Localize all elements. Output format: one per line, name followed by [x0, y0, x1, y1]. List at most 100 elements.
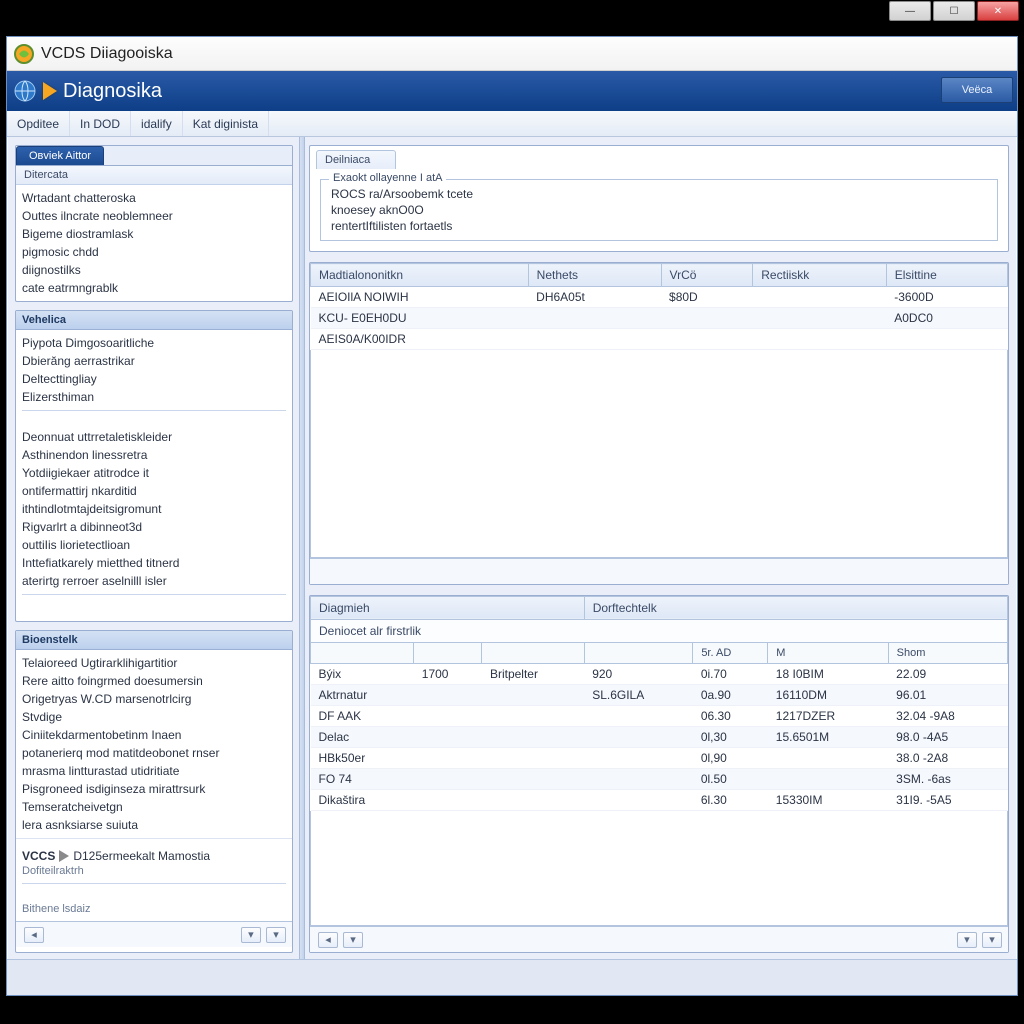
left-status-strip: ◂ ▾ ▾ — [16, 921, 292, 947]
table-row[interactable]: Dikaštira6l.3015330IM31I9. -5A5 — [311, 789, 1008, 810]
list-item[interactable]: Pisgroneed isdiginseza mirattrsurk — [22, 780, 286, 798]
vehicle-panel-header: Vehelica — [16, 311, 292, 330]
column-header[interactable] — [584, 642, 693, 663]
list-item[interactable]: Yotdiigiekaer atitrodce it — [22, 464, 286, 482]
ribbon-right-button[interactable]: Veëca — [941, 77, 1013, 103]
left-status-dropdown[interactable]: ▾ — [241, 927, 261, 943]
table-row[interactable]: DF AAK06.301217DZER32.04 -9A8 — [311, 705, 1008, 726]
menu-item-2[interactable]: idalify — [131, 111, 183, 136]
lower-grid-subheader: Deniocet alr firstrlik — [311, 619, 1008, 642]
play-icon — [43, 82, 57, 100]
table-row[interactable]: AEIOIlA NOIWIHDH6A05t$80D-3600D — [311, 287, 1008, 308]
table-row[interactable]: HBk50er0l,9038.0 -2A8 — [311, 747, 1008, 768]
block-panel-header: Bioenstelk — [16, 631, 292, 650]
column-header[interactable]: Madtialononitkn — [311, 264, 529, 287]
list-item[interactable]: cate eatrmngrablk — [22, 279, 286, 297]
detail-legend: Exaokt ollayenne I atA — [329, 172, 446, 184]
column-header[interactable]: Elsittine — [886, 264, 1007, 287]
column-header[interactable]: VrCö — [661, 264, 753, 287]
lower-grid-header-right: Dorftechtelk — [584, 596, 1007, 619]
vehicle-panel-list: Piypota DimgosoaritlicheDbierăng aerrast… — [16, 330, 292, 616]
brand-tail: D125ermeekalt Mamostia — [73, 849, 210, 863]
brand-line: VCCS VCCS D125ermeekalt Mamostia D125erm… — [22, 843, 286, 863]
list-item[interactable]: outtiIis liorietectlioan — [22, 536, 286, 554]
list-item[interactable]: pigmosic chdd — [22, 243, 286, 261]
column-header[interactable]: Rectiiskk — [753, 264, 886, 287]
column-header[interactable] — [482, 642, 584, 663]
column-header[interactable] — [311, 642, 414, 663]
detail-infobox: Exaokt ollayenne I atA ROCS ra/Arsoobemk… — [320, 179, 998, 241]
list-item[interactable]: Rigvarlrt a dibinneot3d — [22, 518, 286, 536]
detail-line-1: knoesey aknO0O — [331, 202, 987, 218]
ribbon-header: Diagnosika Veëca — [7, 71, 1017, 111]
lower-status-dropdown-l[interactable]: ▾ — [343, 932, 363, 948]
table-row[interactable]: Býix1700Britpelter9200i.7018 I0BIM22.09 — [311, 663, 1008, 684]
list-item[interactable]: Deonnuat uttrretaletiskleider — [22, 428, 286, 446]
menu-item-0[interactable]: Opditee — [7, 111, 70, 136]
window-close-button[interactable]: ✕ — [977, 1, 1019, 21]
table-row[interactable]: FO 740l.503SM. -6as — [311, 768, 1008, 789]
column-header[interactable]: Nethets — [528, 264, 661, 287]
list-item[interactable]: Wrtadant chatteroska — [22, 189, 286, 207]
play-small-icon — [59, 850, 69, 862]
list-item[interactable]: ontifermattirj nkarditid — [22, 482, 286, 500]
lower-status-left[interactable]: ◂ — [318, 932, 338, 948]
ribbon-title: Diagnosika — [63, 80, 162, 103]
column-header[interactable]: M — [768, 642, 888, 663]
menu-bar: Opditee In DOD idalify Kat diginista — [7, 111, 1017, 137]
detail-line-0: ROCS ra/Arsoobemk tcete — [331, 186, 987, 202]
list-item[interactable]: potanerierq mod matitdeobonet rnser — [22, 744, 286, 762]
list-item[interactable]: Inttefiatkarely mietthed titnerd — [22, 554, 286, 572]
detail-tab[interactable]: Deilniaca — [316, 150, 396, 169]
brand-sub1: Dofiteilraktrh — [22, 863, 286, 879]
column-header[interactable]: Shom — [888, 642, 1007, 663]
list-item[interactable]: aterirtg rerroer aselnilll isler — [22, 572, 286, 590]
title-bar: VCDS Diiagooiska — [7, 37, 1017, 71]
lower-grid-header-left: Diagmieh — [311, 596, 585, 619]
lower-status-dropdown-r2[interactable]: ▾ — [982, 932, 1002, 948]
window-minimize-button[interactable]: — — [889, 1, 931, 21]
list-item[interactable]: Elizersthiman — [22, 388, 286, 406]
list-item[interactable]: Asthinendon linessretra — [22, 446, 286, 464]
left-tabstrip: Oвviek Aittor — [16, 146, 292, 166]
list-item[interactable]: Outtes ilncrate neoblemneer — [22, 207, 286, 225]
column-header[interactable]: 5r. AD — [693, 642, 768, 663]
window-maximize-button[interactable]: ☐ — [933, 1, 975, 21]
list-item[interactable]: Temseratcheivetgn — [22, 798, 286, 816]
list-item[interactable]: mrasma lintturastad utidritiate — [22, 762, 286, 780]
table-row[interactable]: KCU- E0EH0DUA0DC0 — [311, 308, 1008, 329]
lower-grid[interactable]: Diagmieh Dorftechtelk Deniocet alr first… — [310, 596, 1008, 811]
left-tab-active[interactable]: Oвviek Aittor — [16, 146, 104, 165]
list-item[interactable]: lera asnksiarse suiuta — [22, 816, 286, 834]
list-item[interactable]: Piypota Dimgosoaritliche — [22, 334, 286, 352]
list-item[interactable]: Telaioreed Ugtirarklihigartitior — [22, 654, 286, 672]
list-item[interactable]: Stvdige — [22, 708, 286, 726]
list-item[interactable]: Dbierăng aerrastrikar — [22, 352, 286, 370]
table-row[interactable]: Delac0l,3015.6501M98.0 -4A5 — [311, 726, 1008, 747]
list-item[interactable]: Bigeme diostramlask — [22, 225, 286, 243]
list-item[interactable]: Rere aitto foingrmed doesumersin — [22, 672, 286, 690]
left-status-left-chevron[interactable]: ◂ — [24, 927, 44, 943]
detail-line-2: rentertIftilisten fortaetls — [331, 218, 987, 234]
list-item[interactable]: Origetryas W.CD marsenotrlcirg — [22, 690, 286, 708]
lower-status-dropdown-r1[interactable]: ▾ — [957, 932, 977, 948]
menu-item-3[interactable]: Kat diginista — [183, 111, 269, 136]
column-header[interactable] — [414, 642, 482, 663]
upper-grid-status — [310, 558, 1008, 584]
left-status-dropdown-2[interactable]: ▾ — [266, 927, 286, 943]
block-panel-list: Telaioreed UgtirarklihigartitiorRere ait… — [16, 650, 292, 838]
menu-item-1[interactable]: In DOD — [70, 111, 131, 136]
upper-grid[interactable]: MadtialononitknNethetsVrCöRectiiskkElsit… — [310, 263, 1008, 350]
window-title: VCDS Diiagooiska — [41, 45, 173, 63]
brand-sub2: Bithene lsdaiz — [22, 901, 286, 917]
left-subheader: Ditercata — [16, 166, 292, 185]
lower-grid-status: ◂ ▾ ▾ ▾ — [310, 926, 1008, 952]
table-row[interactable]: AEIS0A/K00IDR — [311, 329, 1008, 350]
list-item[interactable]: diignostilks — [22, 261, 286, 279]
list-item[interactable]: ithtindlotmtajdeitsigromunt — [22, 500, 286, 518]
footer-bar — [7, 959, 1017, 995]
list-item[interactable]: Ciniitekdarmentobetinm Inaen — [22, 726, 286, 744]
app-logo-icon — [13, 43, 35, 65]
table-row[interactable]: AktrnaturSL.6GILA0a.9016110DM96.01 — [311, 684, 1008, 705]
list-item[interactable]: Deltecttingliay — [22, 370, 286, 388]
